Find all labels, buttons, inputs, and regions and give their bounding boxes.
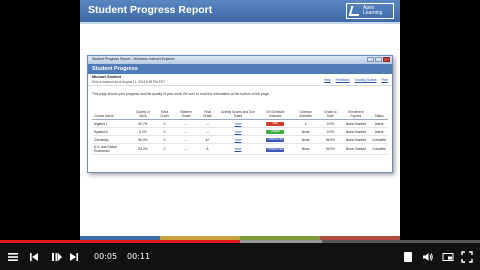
col-quality: Quality of Work	[131, 109, 155, 120]
student-name: Michael Student	[92, 75, 122, 79]
table-row: Spanish II 5.2% 0 --- --- View GREEN Non…	[92, 127, 388, 136]
intro-text: This page shows your progress and the qu…	[92, 92, 270, 96]
enrollment-value: None Granted	[341, 127, 371, 136]
col-status: Status	[370, 109, 388, 120]
schedule-indicator: COMPLETED	[266, 147, 285, 152]
help-link[interactable]: Help	[324, 78, 331, 82]
window-title: Student Progress Report - Windows Intern…	[92, 57, 175, 61]
page-banner-title: Student Progress	[92, 66, 138, 72]
midterm-value: ---	[174, 143, 198, 155]
col-on-schedule: On Schedule Indicator	[258, 109, 292, 120]
status-value: Active	[370, 127, 388, 136]
grade-to-date-value: 0.0%	[319, 127, 342, 136]
extra-credit-value: 0	[154, 135, 175, 144]
course-name: Chemistry	[92, 135, 132, 144]
quality-value: 96.0%	[131, 135, 155, 144]
midterm-value: ---	[174, 119, 198, 128]
overdue-value: None	[291, 143, 320, 155]
close-icon[interactable]	[383, 57, 390, 62]
final-value: ---	[197, 119, 218, 128]
skip-forward-icon[interactable]	[67, 250, 81, 264]
fullscreen-icon[interactable]	[460, 250, 474, 264]
course-name: Algebra I	[92, 119, 132, 128]
final-value: A+	[197, 135, 218, 144]
minimize-icon[interactable]	[367, 57, 374, 62]
menu-icon[interactable]	[6, 250, 20, 264]
page-links: Help Feedback Grading Scales Print	[324, 78, 388, 82]
course-name: Spanish II	[92, 127, 132, 136]
table-row: Algebra I 92.7% 0 --- --- View RED 4 0.0…	[92, 119, 388, 128]
play-pause-icon[interactable]	[50, 250, 64, 264]
enrollment-value: None Granted	[341, 143, 371, 155]
notes-icon[interactable]	[401, 250, 415, 264]
enrollment-value: None Granted	[341, 135, 371, 144]
col-course-name: Course Name	[92, 109, 132, 120]
slide-title: Student Progress Report	[88, 4, 213, 16]
print-link[interactable]: Print	[381, 78, 388, 82]
final-value: ---	[197, 127, 218, 136]
col-extra-credit: Extra Credit	[154, 109, 175, 120]
quality-value: 92.7%	[131, 119, 155, 128]
duration: 00:11	[127, 252, 151, 261]
midterm-value: ---	[174, 127, 198, 136]
grade-to-date-value: 0.0%	[319, 119, 342, 128]
extra-credit-value: 0	[154, 143, 175, 155]
extra-credit-value: 0	[154, 119, 175, 128]
grade-to-date-value: 93.0%	[319, 143, 342, 155]
student-info: Michael Student Sent a moment as of Augu…	[88, 74, 392, 86]
col-overdue: Overdue Activities	[291, 109, 320, 120]
extra-credit-value: 0	[154, 127, 175, 136]
grade-to-date-value: 96.0%	[319, 135, 342, 144]
player-controls: 00:05 00:11	[0, 243, 480, 270]
window-titlebar: Student Progress Report - Windows Intern…	[88, 56, 392, 64]
student-subtitle: Sent a moment as of August 11, 2014 6:38…	[92, 80, 166, 84]
pip-icon[interactable]	[441, 250, 455, 264]
overdue-value: None	[291, 135, 320, 144]
status-value: Active	[370, 119, 388, 128]
header-divider	[80, 22, 400, 24]
volume-icon[interactable]	[421, 250, 435, 264]
overdue-value: None	[291, 127, 320, 136]
quality-value: 5.2%	[131, 127, 155, 136]
grades-table: Course Name Quality of Work Extra Credit…	[92, 109, 388, 155]
view-link[interactable]: View	[235, 147, 242, 151]
status-value: Complete	[370, 135, 388, 144]
midterm-value: ---	[174, 135, 198, 144]
table-row: U.S. and Global Economics 93.2% 0 --- A …	[92, 143, 388, 155]
col-grade-to-date: Grade to Date	[319, 109, 342, 120]
enrollment-value: None Granted	[341, 119, 371, 128]
apex-logo: Apex Learning	[346, 3, 394, 19]
logo-text-line2: Learning	[363, 10, 383, 16]
apex-logo-icon	[348, 6, 362, 16]
slide-header: Student Progress Report Apex Learning	[80, 0, 400, 22]
page-banner: Student Progress	[88, 64, 392, 74]
col-activity-scores: Activity Scores and Due Dates	[217, 109, 259, 120]
overdue-value: 4	[291, 119, 320, 128]
slide: Student Progress Report Apex Learning St…	[80, 0, 400, 240]
table-header-row: Course Name Quality of Work Extra Credit…	[92, 109, 388, 120]
view-link[interactable]: View	[235, 138, 242, 142]
status-value: Complete	[370, 143, 388, 155]
schedule-indicator: RED	[266, 122, 285, 126]
col-midterm: Midterm Grade	[174, 109, 198, 120]
view-link[interactable]: View	[235, 122, 242, 126]
table-row: Chemistry 96.0% 0 --- A+ View COMPLETED …	[92, 135, 388, 144]
window-controls	[367, 57, 390, 62]
final-value: A	[197, 143, 218, 155]
col-enrollment: Enrollment Expires	[341, 109, 371, 120]
course-name: U.S. and Global Economics	[92, 143, 132, 155]
current-time: 00:05	[94, 252, 118, 261]
view-link[interactable]: View	[235, 130, 242, 134]
browser-window: Student Progress Report - Windows Intern…	[87, 55, 393, 173]
schedule-indicator: COMPLETED	[266, 138, 285, 142]
skip-back-icon[interactable]	[27, 250, 41, 264]
schedule-indicator: GREEN	[266, 130, 285, 134]
col-final: Final Grade	[197, 109, 218, 120]
grading-scales-link[interactable]: Grading Scales	[355, 78, 377, 82]
quality-value: 93.2%	[131, 143, 155, 155]
feedback-link[interactable]: Feedback	[336, 78, 350, 82]
video-stage[interactable]: Student Progress Report Apex Learning St…	[0, 0, 480, 240]
maximize-icon[interactable]	[375, 57, 382, 62]
